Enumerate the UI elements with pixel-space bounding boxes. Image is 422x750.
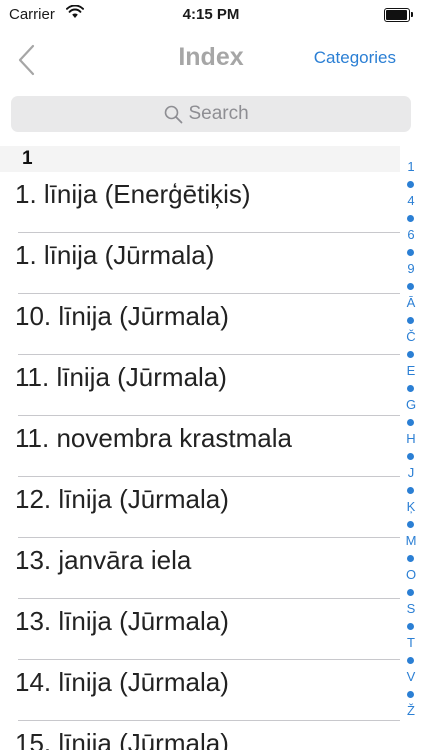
index-dot — [407, 589, 414, 596]
list-item-label: 13. janvāra iela — [15, 545, 192, 575]
list-item[interactable]: 1. līnija (Enerģētiķis) — [0, 172, 400, 233]
search-icon — [164, 105, 182, 123]
clock-time: 4:15 PM — [182, 6, 240, 23]
index-dot — [407, 487, 414, 494]
index-letter[interactable]: T — [400, 636, 422, 650]
list-item[interactable]: 14. līnija (Jūrmala) — [0, 660, 400, 721]
section-index-bar[interactable]: 1 4 6 9 Ā Č E G H J Ķ M O S T V Ž — [400, 158, 422, 748]
index-dot — [407, 691, 414, 698]
list-item[interactable]: 10. līnija (Jūrmala) — [0, 294, 400, 355]
list-item[interactable]: 11. novembra krastmala — [0, 416, 400, 477]
index-dot — [407, 453, 414, 460]
index-dot — [407, 555, 414, 562]
index-dot — [407, 657, 414, 664]
index-letter[interactable]: Ā — [400, 296, 422, 310]
list-item[interactable]: 1. līnija (Jūrmala) — [0, 233, 400, 294]
index-dot — [407, 351, 414, 358]
list-item[interactable]: 15. līnija (Jūrmala) — [0, 721, 400, 750]
list-item-label: 11. līnija (Jūrmala) — [15, 362, 227, 392]
index-letter[interactable]: M — [400, 534, 422, 548]
index-letter[interactable]: 1 — [400, 160, 422, 174]
index-letter[interactable]: E — [400, 364, 422, 378]
index-dot — [407, 623, 414, 630]
index-letter[interactable]: Ž — [400, 704, 422, 718]
index-dot — [407, 521, 414, 528]
list-item-label: 13. līnija (Jūrmala) — [15, 606, 229, 636]
section-title: 1 — [22, 148, 33, 169]
index-dot — [407, 215, 414, 222]
battery-icon — [384, 8, 413, 22]
index-dot — [407, 385, 414, 392]
index-letter[interactable]: 6 — [400, 228, 422, 242]
list-item-label: 12. līnija (Jūrmala) — [15, 484, 229, 514]
index-letter[interactable]: V — [400, 670, 422, 684]
list-item-label: 14. līnija (Jūrmala) — [15, 667, 229, 697]
index-dot — [407, 317, 414, 324]
street-list: 1. līnija (Enerģētiķis) 1. līnija (Jūrma… — [0, 172, 400, 750]
navigation-bar: Index Categories — [0, 32, 422, 88]
index-letter[interactable]: 9 — [400, 262, 422, 276]
index-dot — [407, 181, 414, 188]
list-item-label: 10. līnija (Jūrmala) — [15, 301, 229, 331]
search-input[interactable] — [188, 103, 259, 125]
index-letter[interactable]: O — [400, 568, 422, 582]
list-item-label: 15. līnija (Jūrmala) — [15, 728, 229, 750]
search-bar[interactable] — [11, 96, 411, 132]
index-letter[interactable]: Ķ — [400, 500, 422, 514]
list-item-label: 11. novembra krastmala — [15, 423, 292, 453]
index-letter[interactable]: G — [400, 398, 422, 412]
index-letter[interactable]: H — [400, 432, 422, 446]
list-item[interactable]: 13. janvāra iela — [0, 538, 400, 599]
list-item[interactable]: 13. līnija (Jūrmala) — [0, 599, 400, 660]
list-item[interactable]: 11. līnija (Jūrmala) — [0, 355, 400, 416]
categories-button[interactable]: Categories — [314, 48, 396, 68]
list-item-label: 1. līnija (Jūrmala) — [15, 240, 215, 270]
index-dot — [407, 249, 414, 256]
index-dot — [407, 283, 414, 290]
index-letter[interactable]: J — [400, 466, 422, 480]
list-item-label: 1. līnija (Enerģētiķis) — [15, 179, 251, 209]
index-letter[interactable]: Č — [400, 330, 422, 344]
section-header: 1 — [0, 146, 400, 172]
list-item[interactable]: 12. līnija (Jūrmala) — [0, 477, 400, 538]
status-bar: Carrier 4:15 PM — [0, 0, 422, 32]
index-dot — [407, 419, 414, 426]
index-letter[interactable]: S — [400, 602, 422, 616]
index-letter[interactable]: 4 — [400, 194, 422, 208]
